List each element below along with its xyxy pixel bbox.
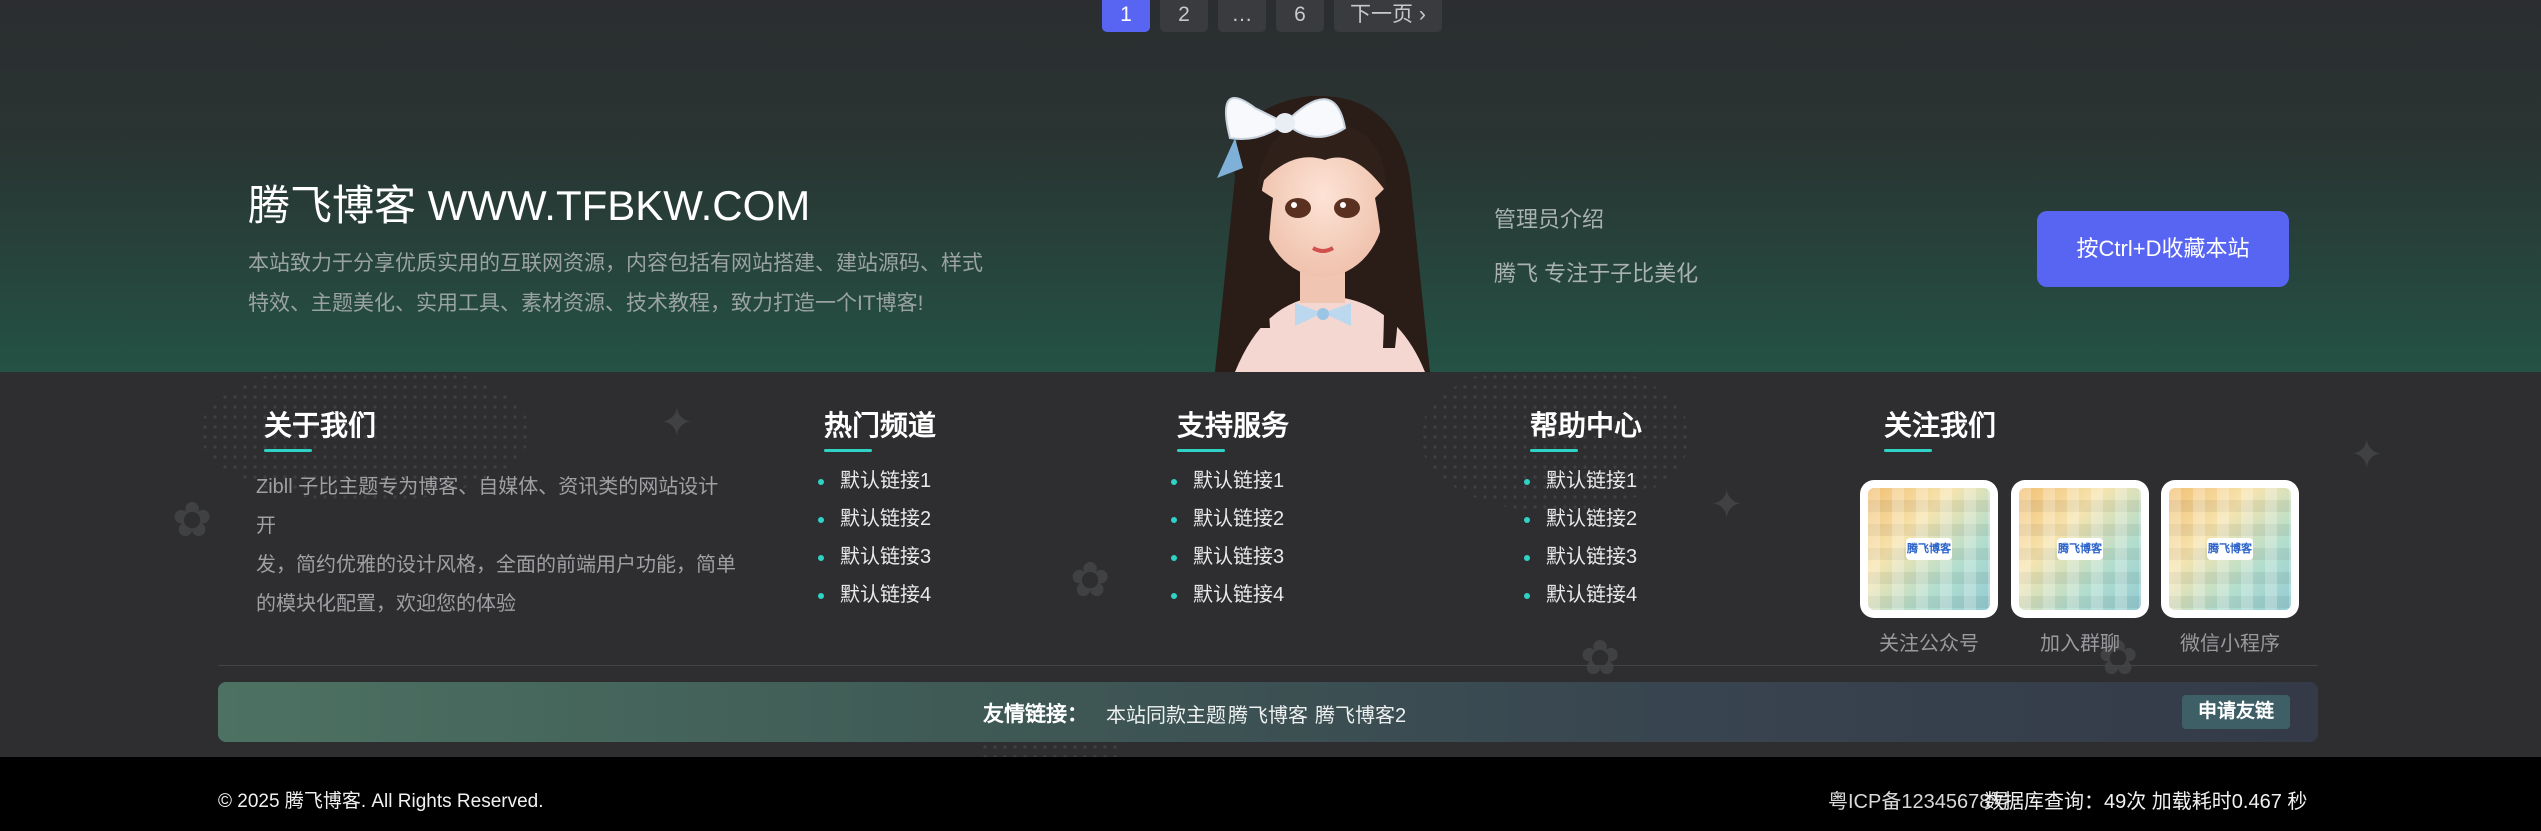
help-link-1[interactable]: 默认链接1: [1524, 462, 1637, 500]
friend-links-label: 友情链接：: [983, 703, 1088, 726]
qrcode-label: 微信小程序: [2180, 633, 2280, 655]
support-services-title: 支持服务: [1177, 404, 1289, 452]
support-link-3[interactable]: 默认链接3: [1171, 538, 1284, 576]
qrcode-mini-program[interactable]: 腾飞博客: [2161, 480, 2299, 618]
sparkle-icon: ✦: [660, 401, 694, 445]
site-description: 本站致力于分享优质实用的互联网资源，内容包括有网站搭建、建站源码、样式 特效、主…: [248, 252, 983, 315]
friend-link-1[interactable]: 本站同款主题: [1106, 699, 1226, 728]
section-divider: [218, 665, 2318, 666]
follow-us-title: 关注我们: [1884, 404, 1996, 452]
qrcode-label: 关注公众号: [1879, 633, 1979, 655]
support-link-2[interactable]: 默认链接2: [1171, 500, 1284, 538]
flower-icon: ✿: [1580, 632, 1621, 685]
hot-channels-title: 热门频道: [824, 404, 936, 452]
hot-channel-link-2[interactable]: 默认链接2: [818, 500, 931, 538]
pagination: 1 2 … 6 下一页 ›: [1102, 0, 1442, 32]
qrcode-official-account[interactable]: 腾飞博客: [1860, 480, 1998, 618]
hot-channel-link-4[interactable]: 默认链接4: [818, 576, 931, 614]
qrcode-logo: 腾飞博客: [2207, 538, 2253, 560]
admin-intro-description: 腾飞 专注于子比美化: [1494, 261, 1699, 286]
about-us-text: Zibll 子比主题专为博客、自媒体、资讯类的网站设计开 发，简约优雅的设计风格…: [256, 476, 736, 615]
hot-channels-list: 默认链接1 默认链接2 默认链接3 默认链接4: [818, 462, 931, 614]
qrcode-logo: 腾飞博客: [1906, 538, 1952, 560]
page-ellipsis: …: [1218, 0, 1266, 32]
help-link-3[interactable]: 默认链接3: [1524, 538, 1637, 576]
page-2-button[interactable]: 2: [1160, 0, 1208, 32]
site-footer: © 2025 腾飞博客. All Rights Reserved. 粤ICP备1…: [0, 757, 2541, 831]
support-link-4[interactable]: 默认链接4: [1171, 576, 1284, 614]
qrcode-logo: 腾飞博客: [2057, 538, 2103, 560]
hot-channel-link-3[interactable]: 默认链接3: [818, 538, 931, 576]
apply-friend-link-button[interactable]: 申请友链: [2181, 695, 2290, 729]
site-title: 腾飞博客 WWW.TFBKW.COM: [248, 182, 811, 229]
help-center-title: 帮助中心: [1530, 404, 1642, 452]
help-link-2[interactable]: 默认链接2: [1524, 500, 1637, 538]
friend-link-2[interactable]: 腾飞博客: [1228, 699, 1308, 728]
help-link-4[interactable]: 默认链接4: [1524, 576, 1637, 614]
help-center-list: 默认链接1 默认链接2 默认链接3 默认链接4: [1524, 462, 1637, 614]
flower-icon: ✿: [1070, 554, 1111, 607]
support-services-list: 默认链接1 默认链接2 默认链接3 默认链接4: [1171, 462, 1284, 614]
footer-hero-band: 1 2 … 6 下一页 › 腾飞博客 WWW.TFBKW.COM 本站致力于分享…: [0, 0, 2541, 372]
qrcode-label: 加入群聊: [2040, 633, 2120, 655]
sparkle-icon: ✦: [1710, 483, 1744, 527]
mascot-illustration: [1215, 95, 1430, 372]
copyright-text: © 2025 腾飞博客. All Rights Reserved.: [218, 791, 544, 812]
bookmark-site-button[interactable]: 按Ctrl+D收藏本站: [2037, 211, 2289, 287]
sparkle-icon: ✦: [2350, 433, 2384, 477]
admin-intro-title: 管理员介绍: [1494, 207, 1605, 232]
qrcode-group-chat[interactable]: 腾飞博客: [2011, 480, 2149, 618]
next-page-button[interactable]: 下一页 ›: [1334, 0, 1442, 32]
icp-record-link[interactable]: 粤ICP备12345678号: [1828, 785, 2010, 814]
friend-link-3[interactable]: 腾飞博客2: [1315, 699, 1406, 728]
about-us-title: 关于我们: [264, 404, 376, 452]
footer-links-section: ✦ ✦ ✦ ✦ ✿ ✿ ✿ ✿ 关于我们 Zibll 子比主题专为博客、自媒体、…: [0, 372, 2541, 757]
page-6-button[interactable]: 6: [1276, 0, 1324, 32]
page-stats: 数据库查询：49次 加载耗时0.467 秒: [1984, 791, 2308, 813]
page-1-button[interactable]: 1: [1102, 0, 1150, 32]
friend-links-bar: 友情链接： 本站同款主题 腾飞博客 腾飞博客2 申请友链: [218, 682, 2318, 742]
flower-icon: ✿: [172, 494, 213, 547]
support-link-1[interactable]: 默认链接1: [1171, 462, 1284, 500]
hot-channel-link-1[interactable]: 默认链接1: [818, 462, 931, 500]
